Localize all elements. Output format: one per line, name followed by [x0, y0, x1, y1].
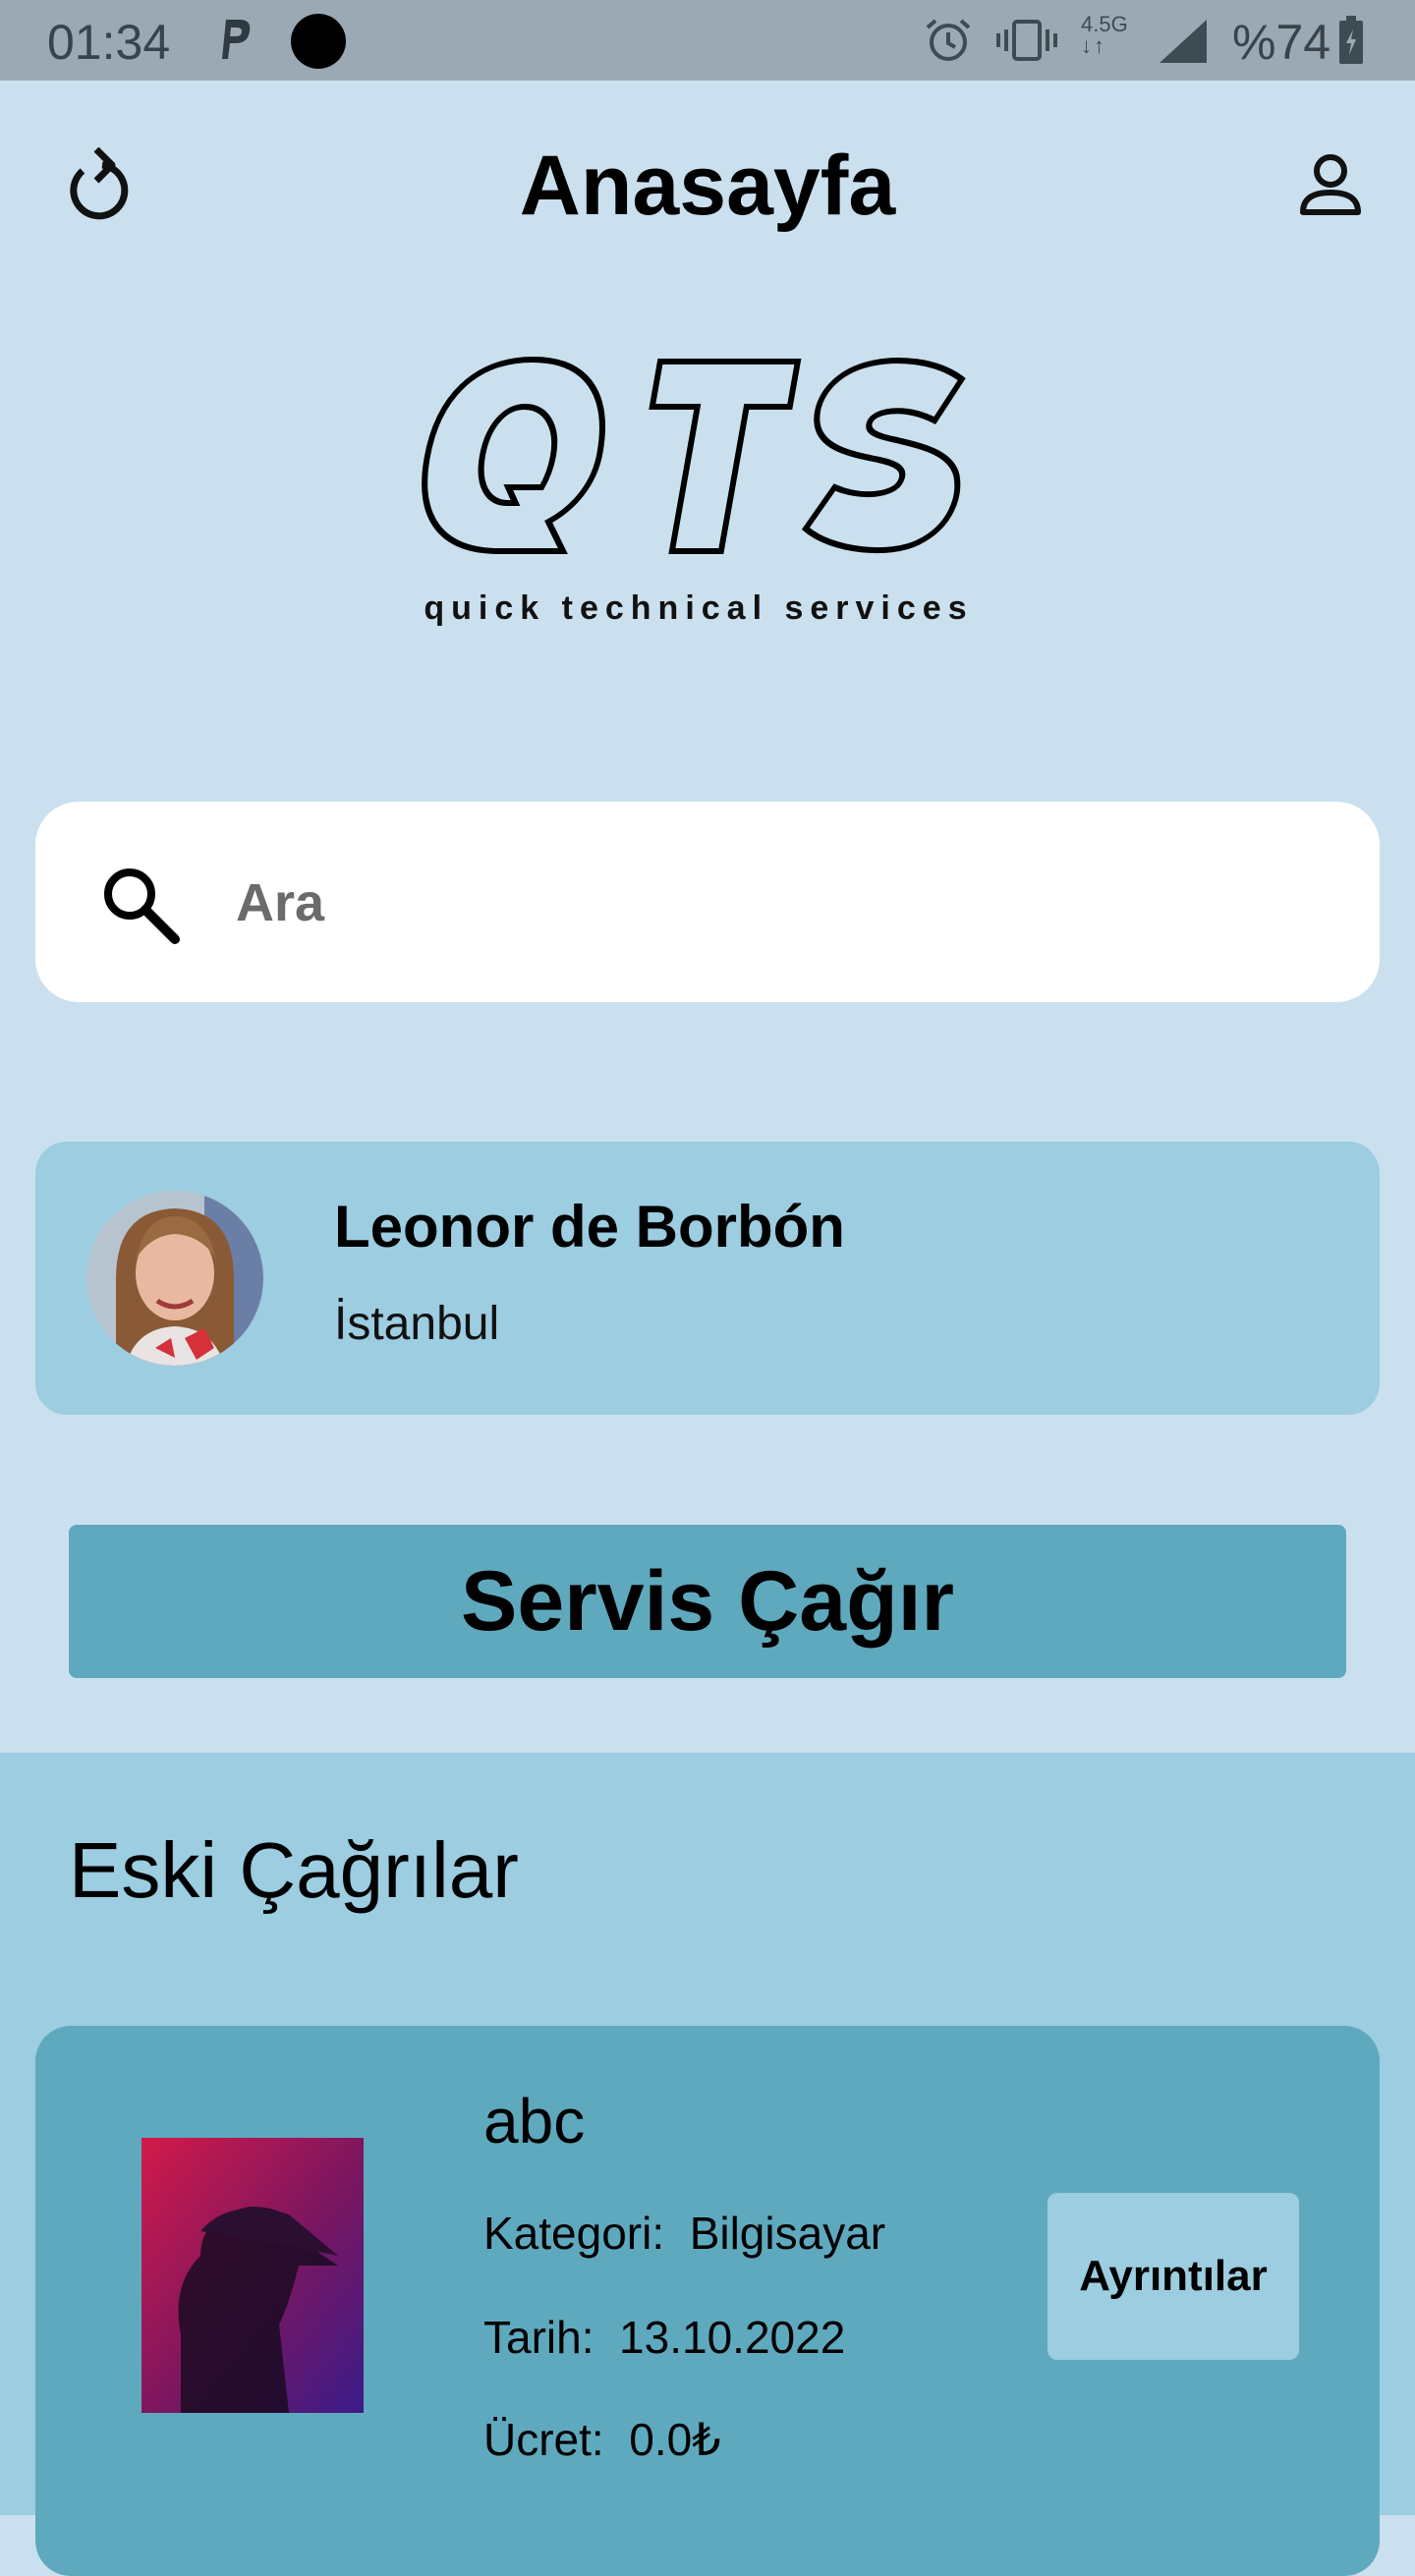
- status-time: 01:34: [47, 15, 171, 70]
- qts-logo: [422, 356, 966, 554]
- details-button[interactable]: Ayrıntılar: [1047, 2193, 1299, 2360]
- battery-percent: %74: [1232, 15, 1331, 70]
- vibrate-icon: [996, 20, 1057, 61]
- call-service-button[interactable]: Servis Çağır: [69, 1525, 1346, 1678]
- category-value: Bilgisayar: [689, 2208, 886, 2259]
- order-thumbnail: [142, 2138, 364, 2413]
- profile-name: Leonor de Borbón: [334, 1194, 845, 1260]
- profile-city: İstanbul: [334, 1298, 500, 1350]
- notification-dot-icon: [291, 14, 346, 69]
- order-date: Tarih: 13.10.2022: [483, 2311, 845, 2364]
- order-category: Kategori: Bilgisayar: [483, 2207, 885, 2260]
- history-title: Eski Çağrılar: [69, 1826, 519, 1914]
- logo-tagline: quick technical services: [424, 589, 974, 627]
- search-input[interactable]: [234, 853, 1319, 953]
- network-label: 4.5G: [1081, 12, 1128, 36]
- order-price: Ücret: 0.0₺: [483, 2413, 720, 2466]
- person-icon[interactable]: [1297, 153, 1364, 218]
- avatar-photo: [86, 1191, 263, 1366]
- category-label: Kategori:: [483, 2208, 665, 2259]
- order-title: abc: [483, 2086, 586, 2156]
- price-value: 0.0₺: [629, 2414, 721, 2465]
- date-value: 13.10.2022: [619, 2312, 846, 2363]
- avatar: [86, 1191, 263, 1366]
- order-photo: [142, 2138, 364, 2413]
- price-label: Ücret:: [483, 2414, 604, 2465]
- signal-icon: [1160, 20, 1207, 63]
- date-label: Tarih:: [483, 2312, 594, 2363]
- page-title: Anasayfa: [519, 139, 896, 233]
- alarm-icon: [926, 19, 971, 61]
- search-icon[interactable]: [98, 863, 181, 945]
- data-arrows-icon: ↓↑: [1081, 33, 1106, 58]
- network-type: 4.5G ↓↑: [1081, 14, 1128, 57]
- battery-icon: [1339, 16, 1363, 64]
- parking-app-icon: [222, 20, 251, 59]
